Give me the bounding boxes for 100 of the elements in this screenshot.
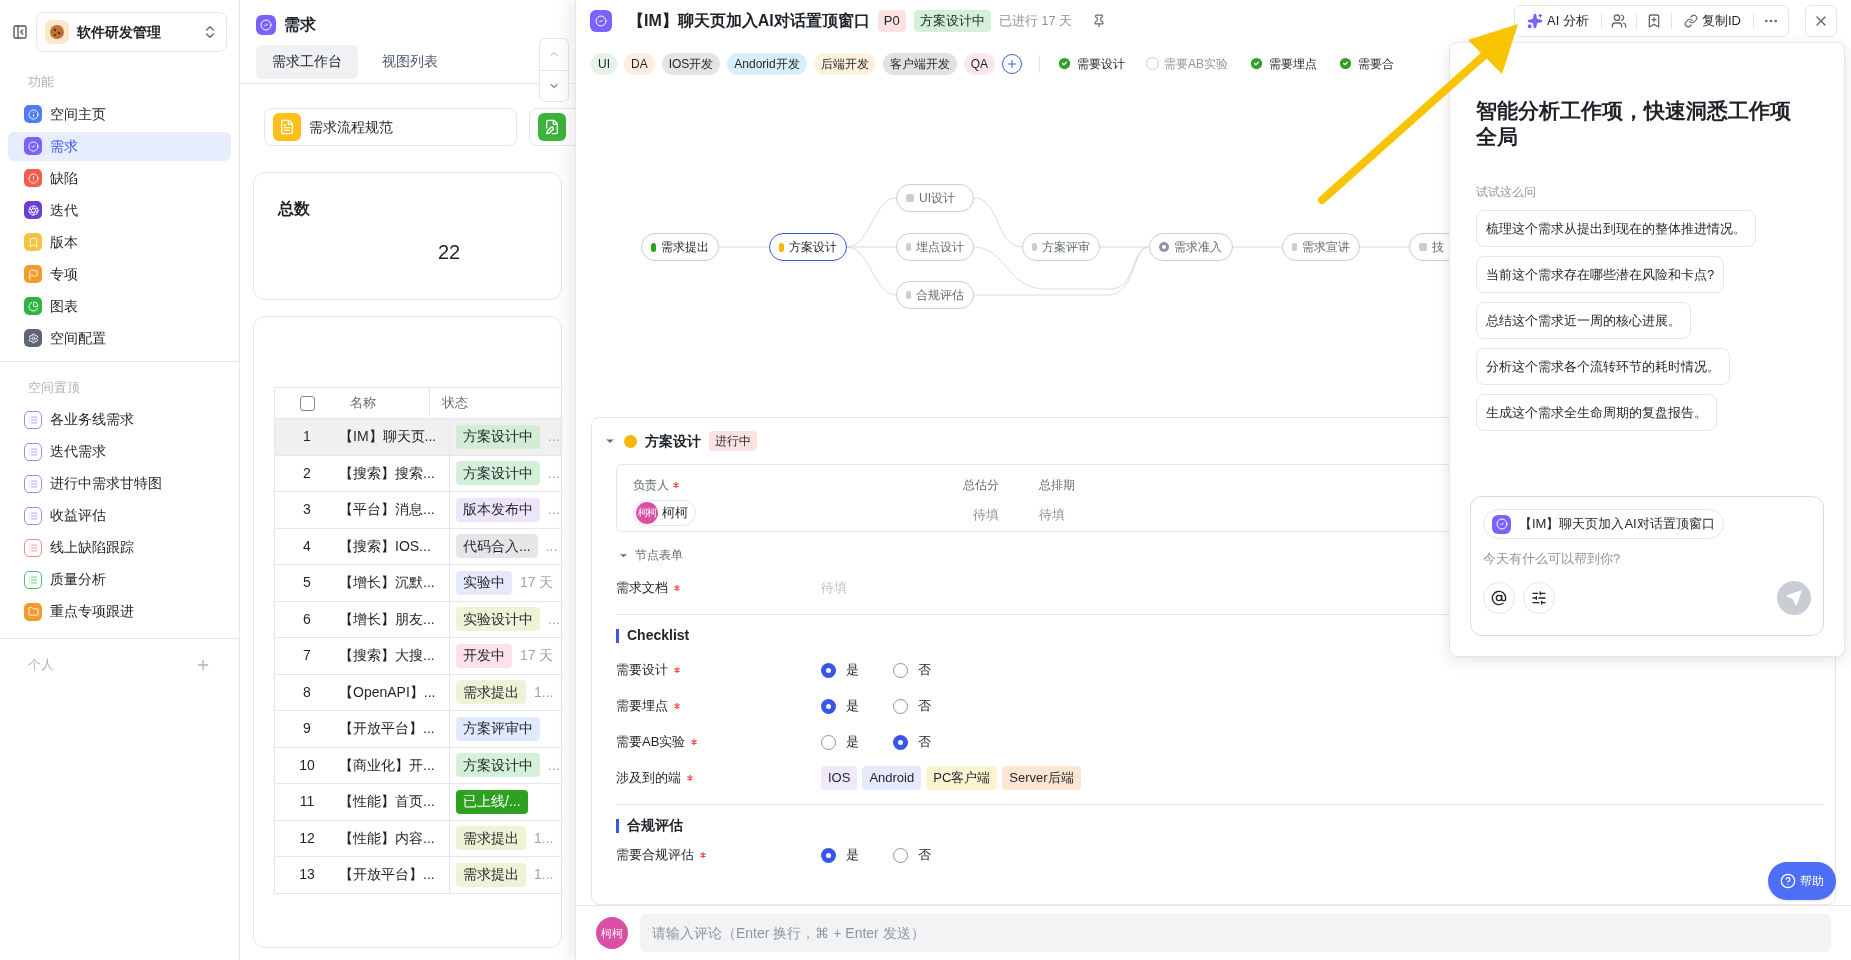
table-row[interactable]: 1 【IM】聊天页... 方案设计中 ... [274, 419, 561, 456]
form-section-title: 节点表单 [635, 547, 683, 564]
nav-item[interactable]: 空间主页 [8, 99, 231, 129]
radio-button[interactable] [893, 734, 908, 750]
row-number: 6 [302, 609, 312, 629]
nav-item[interactable]: 线上缺陷跟踪 [8, 533, 231, 562]
plus-icon [1006, 57, 1019, 70]
team-tag: Andorid开发 [727, 52, 807, 75]
row-number: 9 [302, 719, 312, 739]
status-tag: 实验中 [456, 570, 512, 595]
members-icon[interactable] [1611, 13, 1627, 29]
section-title: 功能 [27, 73, 55, 91]
help-button[interactable]: 帮助 [1768, 862, 1836, 900]
flow-node[interactable]: 方案评审 [1022, 233, 1100, 261]
nav-item[interactable]: 图表 [8, 291, 231, 321]
stat-label: 总数 [278, 199, 310, 219]
platform-tag: Android [862, 766, 922, 790]
radio-button[interactable] [821, 847, 836, 863]
table-row[interactable]: 9 【开放平台】... 方案评审中 [274, 711, 561, 748]
table-row[interactable]: 4 【搜索】IOS... 代码合入... ... [274, 528, 561, 565]
requirement-name: 【性能】首页... [339, 792, 436, 812]
suggestion-chip[interactable]: 总结这个需求近一周的核心进展。 [1476, 302, 1691, 339]
elapsed-text: 17 天 [520, 573, 554, 593]
table-row[interactable]: 13 【开放平台】... 需求提出 1... [274, 857, 561, 894]
select-all-checkbox[interactable] [299, 395, 315, 411]
flow-node[interactable]: 方案设计 [769, 233, 847, 261]
flow-node[interactable]: 需求准入 [1149, 233, 1233, 261]
radio-button[interactable] [893, 847, 908, 863]
field-label: 总排期 [1039, 476, 1075, 494]
bookmark-icon[interactable] [1646, 13, 1662, 29]
stat-value: 22 [438, 240, 461, 265]
table-row[interactable]: 5 【增长】沉默... 实验中 17 天 [274, 565, 561, 602]
suggestion-chip[interactable]: 生成这个需求全生命周期的复盘报告。 [1476, 394, 1717, 431]
status-tag: 开发中 [456, 643, 512, 668]
table-row[interactable]: 12 【性能】内容... 需求提出 1... [274, 820, 561, 857]
nav-item[interactable]: 重点专项跟进 [8, 597, 231, 626]
nav-item[interactable]: 各业务线需求 [8, 405, 231, 434]
table-row[interactable]: 3 【平台】消息... 版本发布中 ... [274, 492, 561, 529]
nav-item[interactable]: 版本 [8, 227, 231, 257]
row-number: 5 [302, 573, 312, 593]
requirement-title: 【IM】聊天页加入AI对话置顶窗口 [628, 11, 870, 31]
row-number: 3 [302, 500, 312, 520]
radio-button[interactable] [821, 662, 836, 678]
requirement-name: 【增长】朋友... [339, 609, 436, 629]
nav-item[interactable]: 质量分析 [8, 565, 231, 594]
view-tab[interactable]: 视图列表 [366, 44, 454, 79]
status-tag: 实验设计中 [456, 607, 540, 632]
radio-button[interactable] [821, 698, 836, 714]
sparkle-icon [1527, 13, 1544, 29]
edit-document-icon [538, 113, 566, 141]
status-tag: 方案设计中 [456, 753, 540, 778]
pin-icon[interactable] [1092, 14, 1107, 28]
flow-node[interactable]: 需求提出 [641, 233, 719, 261]
table-row[interactable]: 11 【性能】首页... 已上线/... [274, 784, 561, 821]
requirement-name: 【搜索】IOS... [339, 536, 432, 556]
ai-input-field[interactable]: 今天有什么可以帮到你? [1483, 545, 1811, 571]
collapse-icon[interactable] [12, 24, 28, 40]
copy-id-button[interactable]: 复制ID [1672, 6, 1753, 36]
radio-button[interactable] [821, 734, 836, 750]
nav-item[interactable]: 迭代 [8, 195, 231, 225]
flow-node[interactable]: 埋点设计 [896, 233, 974, 261]
table-row[interactable]: 7 【搜索】大搜... 开发中 17 天 [274, 638, 561, 675]
nav-item[interactable]: 缺陷 [8, 163, 231, 193]
shortcut-card[interactable]: 需求流程规范 [264, 108, 517, 146]
suggestion-chip[interactable]: 当前这个需求存在哪些潜在风险和卡点? [1476, 256, 1725, 293]
priority-tag: P0 [877, 10, 906, 32]
status-tag: 方案设计中 [456, 461, 540, 486]
flow-node[interactable]: 合规评估 [896, 281, 974, 309]
comment-field[interactable]: 请输入评论（Enter 换行，⌘ + Enter 发送） [640, 914, 1831, 952]
platform-tag: IOS [821, 766, 858, 790]
nav-item[interactable]: 空间配置 [8, 323, 231, 353]
elapsed-text: 1... [534, 865, 554, 885]
row-number: 1 [302, 427, 312, 447]
nav-item[interactable]: 进行中需求甘特图 [8, 469, 231, 498]
requirement-name: 【商业化】开... [339, 755, 436, 775]
nav-item[interactable]: 迭代需求 [8, 437, 231, 466]
ai-analysis-button[interactable]: AI 分析 [1515, 6, 1601, 36]
suggestion-chip[interactable]: 分析这个需求各个流转环节的耗时情况。 [1476, 348, 1730, 385]
field-label: 涉及到的端 [616, 769, 681, 788]
stage-title: 方案设计 [645, 431, 701, 451]
table-row[interactable]: 8 【OpenAPI】... 需求提出 1... [274, 674, 561, 711]
table-row[interactable]: 10 【商业化】开... 方案设计中 ... [274, 747, 561, 784]
nav-item[interactable]: 收益评估 [8, 501, 231, 530]
row-number: 13 [298, 865, 316, 885]
flow-node[interactable]: UI设计 [896, 184, 974, 212]
requirement-name: 【增长】沉默... [339, 573, 436, 593]
option-label: 是 [846, 697, 859, 716]
table-row[interactable]: 6 【增长】朋友... 实验设计中 ... [274, 601, 561, 638]
flow-node[interactable]: 需求宣讲 [1282, 233, 1360, 261]
space-selector[interactable]: 软件研发管理 [36, 12, 227, 52]
table-row[interactable]: 2 【搜索】搜索... 方案设计中 ... [274, 455, 561, 492]
check-label: 需要设计 [1077, 55, 1126, 73]
nav-item[interactable]: 需求 [8, 131, 231, 161]
nav-item[interactable]: 专项 [8, 259, 231, 289]
radio-button[interactable] [893, 698, 908, 714]
radio-button[interactable] [893, 662, 908, 678]
view-tab[interactable]: 需求工作台 [256, 44, 358, 79]
team-tag: IOS开发 [661, 52, 721, 75]
suggestion-hint: 试试这么问 [1476, 184, 1537, 201]
suggestion-chip[interactable]: 梳理这个需求从提出到现在的整体推进情况。 [1476, 210, 1756, 247]
